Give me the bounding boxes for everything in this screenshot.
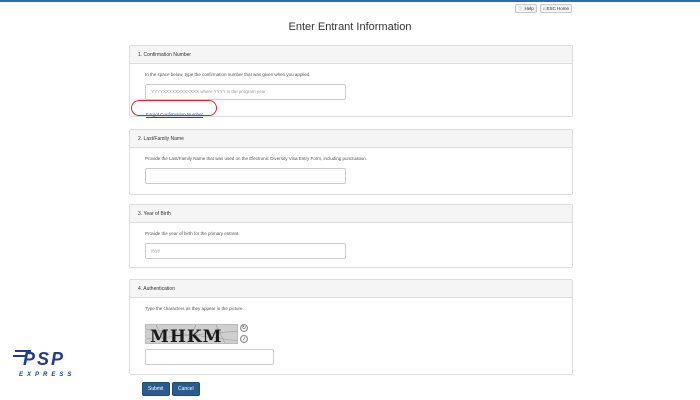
logo-brand: PSP xyxy=(23,349,65,369)
highlight-ring xyxy=(131,100,217,116)
submit-button[interactable]: Submit xyxy=(142,382,170,396)
top-nav-buttons: ❔Help ⌂ESC Home xyxy=(514,4,572,13)
audio-icon[interactable]: ♪ xyxy=(240,335,248,343)
panel-heading: 3. Year of Birth xyxy=(130,205,572,223)
panel-heading: 2. Last/Family Name xyxy=(130,130,572,148)
cancel-button[interactable]: Cancel xyxy=(172,382,200,396)
help-text: Provide the year of birth for the primar… xyxy=(145,231,240,236)
help-text: Type the characters as they appear in th… xyxy=(145,306,244,311)
help-text: Provide the Last/Family Name that was us… xyxy=(145,156,368,161)
panel-body: Provide the year of birth for the primar… xyxy=(130,223,572,259)
help-icon: ❔ xyxy=(517,6,524,11)
help-button[interactable]: ❔Help xyxy=(514,4,537,13)
help-text: In the space below, type the confirmatio… xyxy=(145,72,311,77)
captcha-input[interactable] xyxy=(145,349,274,365)
last-name-panel: 2. Last/Family Name Provide the Last/Fam… xyxy=(129,129,573,195)
logo-tagline: EXPRESS xyxy=(19,372,75,378)
confirmation-number-input[interactable]: YYYYXXXXXXXXXXXX where YYYY is the progr… xyxy=(145,84,346,100)
psp-express-logo: PSP EXPRESS xyxy=(13,348,105,378)
year-of-birth-input[interactable]: yyyy xyxy=(145,243,346,259)
captcha-text: MHKM xyxy=(150,327,222,344)
year-of-birth-panel: 3. Year of Birth Provide the year of bir… xyxy=(129,204,573,268)
esc-home-button[interactable]: ⌂ESC Home xyxy=(539,4,572,13)
panel-heading: 4. Authentication xyxy=(130,280,572,298)
top-accent-bar xyxy=(0,0,700,2)
last-name-input[interactable] xyxy=(145,168,346,184)
panel-body: Type the characters as they appear in th… xyxy=(130,298,572,365)
refresh-icon[interactable]: ↻ xyxy=(240,324,248,332)
panel-body: Provide the Last/Family Name that was us… xyxy=(130,148,572,184)
captcha-image: MHKM xyxy=(145,324,238,344)
panel-body: In the space below, type the confirmatio… xyxy=(130,64,572,117)
esc-home-label: ESC Home xyxy=(546,6,569,11)
help-label: Help xyxy=(524,6,534,11)
panel-heading: 1. Confirmation Number xyxy=(130,46,572,64)
authentication-panel: 4. Authentication Type the characters as… xyxy=(129,279,573,375)
page-title: Enter Entrant Information xyxy=(288,21,412,33)
